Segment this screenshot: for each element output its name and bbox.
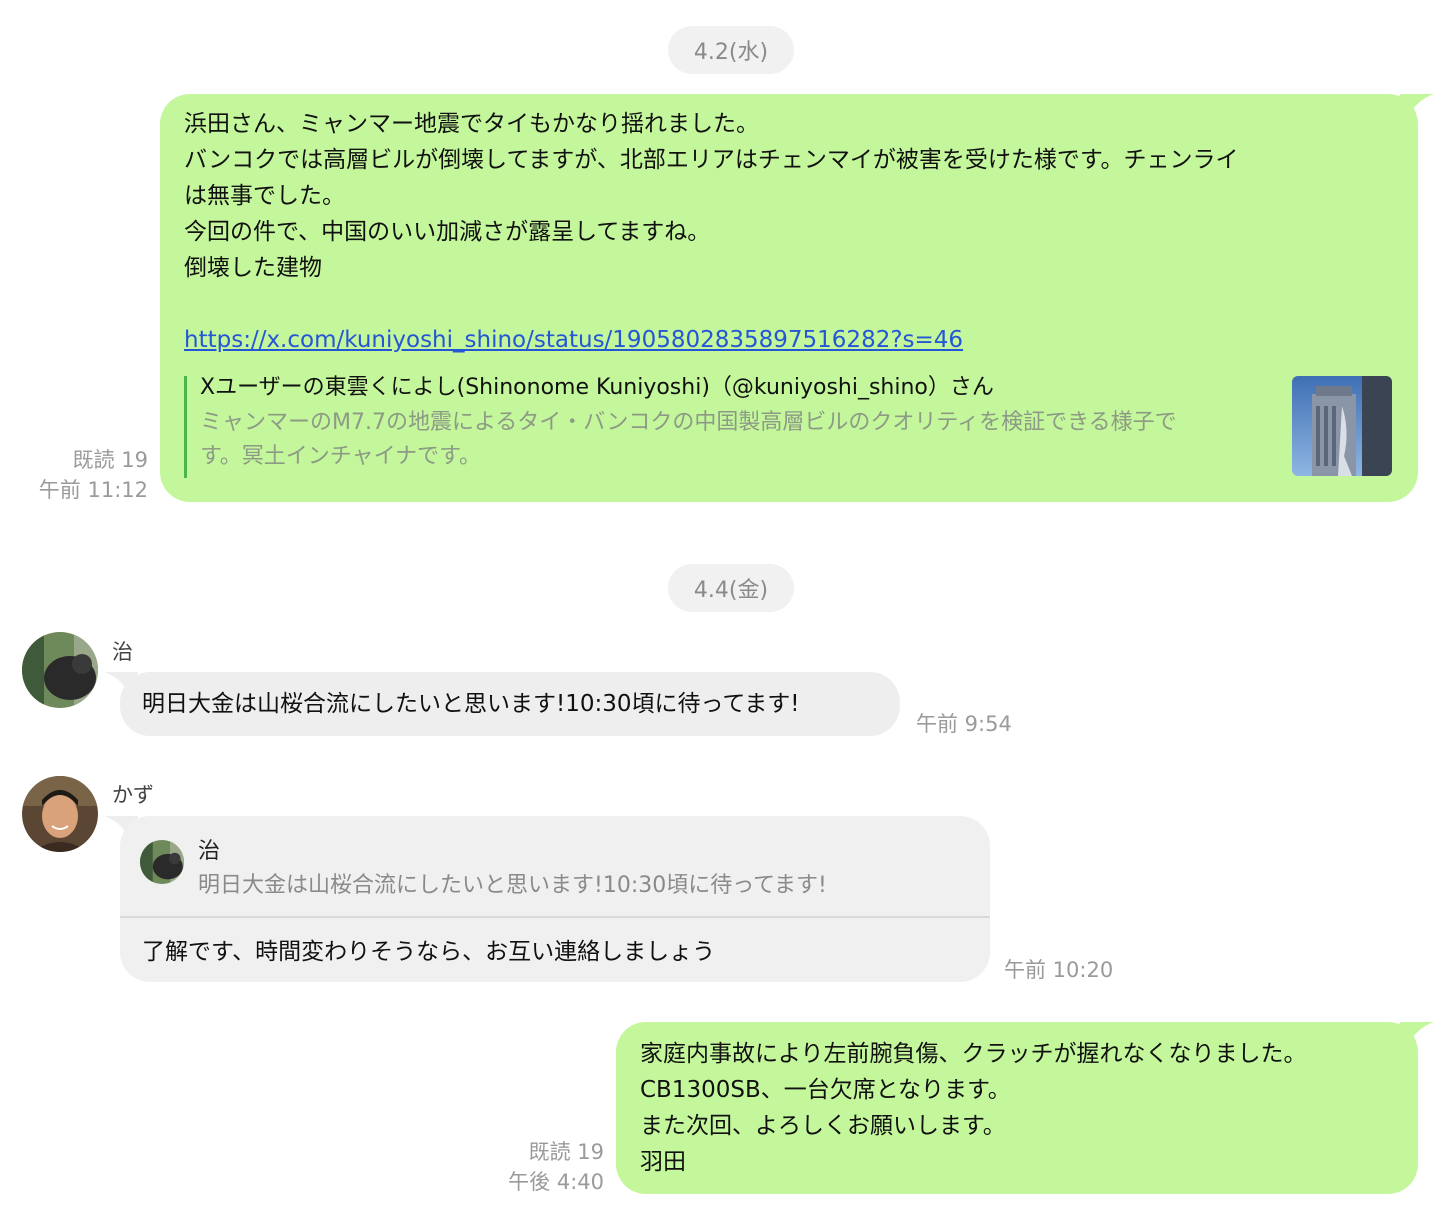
- read-receipt: 既読 19: [72, 448, 148, 472]
- bubble-tail: [1400, 94, 1434, 122]
- avatar: [140, 840, 184, 884]
- message-bubble-sent[interactable]: 浜田さん、ミャンマー地震でタイもかなり揺れました。 バンコクでは高層ビルが倒壊し…: [160, 94, 1418, 502]
- message-text: 了解です、時間変わりそうなら、お互い連絡しましょう: [142, 939, 716, 965]
- preview-description: ミャンマーのM7.7の地震によるタイ・バンコクの中国製高層ビルのクオリティを検証…: [200, 406, 1270, 474]
- preview-description-line: す。冥土インチャイナです。: [200, 444, 481, 469]
- date-separator: 4.2(水): [668, 26, 794, 74]
- message-line: CB1300SB、一台欠席となります。: [640, 1077, 1011, 1103]
- message-line: 今回の件で、中国のいい加減さが露呈してますね。: [184, 219, 711, 245]
- message-meta: 既読 19 午後 4:40: [476, 1137, 604, 1197]
- message-link[interactable]: https://x.com/kuniyoshi_shino/status/190…: [184, 327, 963, 353]
- message-line: は無事でした。: [184, 183, 345, 209]
- avatar[interactable]: [22, 776, 98, 852]
- message-line: バンコクでは高層ビルが倒壊してますが、北部エリアはチェンマイが被害を受けた様です…: [184, 147, 1239, 173]
- preview-accent-bar: [184, 376, 187, 478]
- date-label: 4.4(金): [693, 578, 769, 603]
- read-receipt: 既読 19: [528, 1140, 604, 1164]
- message-line: 倒壊した建物: [184, 255, 322, 281]
- message-meta: 既読 19 午前 11:12: [20, 445, 148, 505]
- link-preview[interactable]: Xユーザーの東雲くによし(Shinonome Kuniyoshi)（@kuniy…: [184, 375, 1392, 478]
- message-bubble-received[interactable]: 治 明日大金は山桜合流にしたいと思います!10:30頃に待ってます! 了解です、…: [120, 816, 990, 982]
- date-separator: 4.4(金): [668, 564, 794, 612]
- preview-description-line: ミャンマーのM7.7の地震によるタイ・バンコクの中国製高層ビルのクオリティを検証…: [200, 410, 1177, 435]
- quote-text: 明日大金は山桜合流にしたいと思います!10:30頃に待ってます!: [198, 873, 827, 898]
- sender-name: 治: [112, 640, 133, 664]
- message-bubble-received[interactable]: 明日大金は山桜合流にしたいと思います!10:30頃に待ってます!: [120, 672, 900, 736]
- timestamp: 午前 10:20: [1004, 958, 1114, 982]
- preview-title: Xユーザーの東雲くによし(Shinonome Kuniyoshi)（@kuniy…: [200, 375, 994, 400]
- timestamp: 午前 9:54: [916, 712, 1012, 736]
- reply-quote[interactable]: 治 明日大金は山桜合流にしたいと思います!10:30頃に待ってます!: [120, 816, 990, 918]
- message-text: 明日大金は山桜合流にしたいと思います!10:30頃に待ってます!: [142, 691, 800, 717]
- message-bubble-sent[interactable]: 家庭内事故により左前腕負傷、クラッチが握れなくなりました。 CB1300SB、一…: [616, 1022, 1418, 1194]
- message-line: 浜田さん、ミャンマー地震でタイもかなり揺れました。: [184, 111, 759, 137]
- timestamp: 午後 4:40: [508, 1170, 604, 1194]
- timestamp: 午前 11:12: [38, 478, 148, 502]
- quote-sender: 治: [198, 839, 221, 864]
- preview-thumbnail: [1292, 376, 1392, 476]
- date-label: 4.2(水): [693, 40, 769, 65]
- bubble-tail: [1400, 1022, 1434, 1050]
- message-line: 羽田: [640, 1149, 686, 1175]
- message-line: また次回、よろしくお願いします。: [640, 1113, 1006, 1139]
- sender-name: かず: [112, 783, 154, 807]
- message-line: 家庭内事故により左前腕負傷、クラッチが握れなくなりました。: [640, 1041, 1307, 1067]
- avatar[interactable]: [22, 632, 98, 708]
